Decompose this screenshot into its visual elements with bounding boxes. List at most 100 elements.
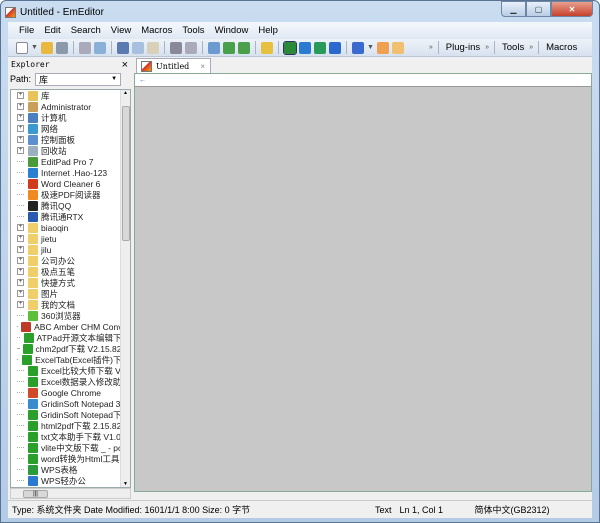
print-preview-icon[interactable]	[93, 41, 106, 54]
tree-item[interactable]: ATPad开源文本编辑下载	[11, 332, 130, 343]
horizontal-scrollbar[interactable]: |||	[10, 488, 131, 499]
menu-file[interactable]: File	[14, 25, 39, 36]
find-next-icon[interactable]	[222, 41, 235, 54]
tab-close-icon[interactable]: ×	[200, 62, 205, 71]
dropdown-icon[interactable]: ▼	[31, 44, 38, 51]
expand-icon[interactable]: +	[17, 301, 24, 308]
menu-view[interactable]: View	[106, 25, 136, 36]
overflow-chevron-icon[interactable]: »	[429, 44, 433, 51]
status-encoding[interactable]: 简体中文(GB2312)	[471, 503, 554, 516]
tree-item[interactable]: Internet .Hao-123	[11, 167, 130, 178]
expand-icon[interactable]: +	[17, 147, 24, 154]
tree-item[interactable]: + 图片	[11, 288, 130, 299]
menu-macros[interactable]: Macros	[136, 25, 177, 36]
tree-item[interactable]: WPS轻办公	[11, 475, 130, 486]
paste-icon[interactable]	[146, 41, 159, 54]
tree-item[interactable]: + 公司办公	[11, 255, 130, 266]
tree-item[interactable]: ABC Amber CHM Conver	[11, 321, 130, 332]
tree-item[interactable]: html2pdf下载 2.15.82英	[11, 420, 130, 431]
expand-icon[interactable]: +	[17, 268, 24, 275]
tree-item[interactable]: + jietu	[11, 233, 130, 244]
cut-icon[interactable]	[116, 41, 129, 54]
find-prev-icon[interactable]	[237, 41, 250, 54]
path-select[interactable]: 库 ▼	[35, 72, 122, 86]
highlight-icon[interactable]	[260, 41, 273, 54]
tools-toolbar[interactable]: Tools	[500, 42, 526, 53]
macro-run-icon[interactable]	[376, 41, 389, 54]
item-icon	[28, 475, 38, 486]
tree-item[interactable]: Word Cleaner 6	[11, 178, 130, 189]
word-wrap-icon[interactable]	[298, 41, 311, 54]
tab-untitled[interactable]: Untitled ×	[136, 58, 211, 73]
vertical-scrollbar[interactable]: ▲ ▼	[120, 90, 130, 487]
tree-item[interactable]: 腾讯通RTX	[11, 211, 130, 222]
menu-help[interactable]: Help	[253, 25, 283, 36]
tree-item[interactable]: + 回收站	[11, 145, 130, 156]
wrap-page-icon[interactable]	[328, 41, 341, 54]
tree-item[interactable]: + 网络	[11, 123, 130, 134]
minimize-button[interactable]: ▁	[501, 1, 526, 17]
expand-icon[interactable]: +	[17, 224, 24, 231]
tree-item[interactable]: Excel数据录入修改助手	[11, 376, 130, 387]
expand-icon[interactable]: +	[17, 103, 24, 110]
maximize-button[interactable]: ▢	[526, 1, 551, 17]
expand-icon[interactable]: +	[17, 257, 24, 264]
new-file-icon[interactable]	[16, 41, 28, 54]
menu-edit[interactable]: Edit	[39, 25, 65, 36]
menu-search[interactable]: Search	[66, 25, 106, 36]
scrollbar-thumb[interactable]	[122, 106, 130, 241]
tree-item[interactable]: WPS表格	[11, 464, 130, 475]
explorer-toggle-icon[interactable]	[282, 40, 297, 55]
tree-item[interactable]: 极速PDF阅读器	[11, 189, 130, 200]
item-icon	[22, 343, 33, 354]
expand-icon[interactable]: +	[17, 114, 24, 121]
expand-icon[interactable]: +	[17, 279, 24, 286]
tree-item[interactable]: + 我的文档	[11, 299, 130, 310]
close-explorer-icon[interactable]: ×	[122, 59, 128, 71]
tree-item[interactable]: 360浏览器	[11, 310, 130, 321]
tree-item-label: jietu	[41, 233, 57, 244]
tree-item[interactable]: chm2pdf下载 V2.15.82英	[11, 343, 130, 354]
tree-item[interactable]: 腾讯QQ	[11, 200, 130, 211]
hscroll-thumb[interactable]: |||	[23, 490, 48, 498]
wrap-window-icon[interactable]	[313, 41, 326, 54]
tree-item[interactable]: Excel比较大师下载 V0.	[11, 365, 130, 376]
tree-item[interactable]: ExcelTab(Excel插件)下载	[11, 354, 130, 365]
macro-record-icon[interactable]	[391, 41, 404, 54]
tree-item[interactable]: + 极点五笔	[11, 266, 130, 277]
tree-item[interactable]: + 库	[11, 90, 130, 101]
close-button[interactable]: ✕	[551, 1, 593, 17]
tree-item[interactable]: word转换为Html工具下	[11, 453, 130, 464]
expand-icon[interactable]: +	[17, 125, 24, 132]
tree-item[interactable]: + biaoqin	[11, 222, 130, 233]
menu-tools[interactable]: Tools	[177, 25, 209, 36]
print-icon[interactable]	[78, 41, 91, 54]
tree-item[interactable]: Google Chrome	[11, 387, 130, 398]
find-icon[interactable]	[207, 41, 220, 54]
tree-item[interactable]: GridinSoft Notepad 3.3	[11, 398, 130, 409]
tree-item[interactable]: + 快捷方式	[11, 277, 130, 288]
tree-item[interactable]: vlite中文版下载 _ - pc6	[11, 442, 130, 453]
expand-icon[interactable]: +	[17, 290, 24, 297]
expand-icon[interactable]: +	[17, 246, 24, 253]
tree-item[interactable]: + Administrator	[11, 101, 130, 112]
expand-icon[interactable]: +	[17, 235, 24, 242]
save-icon[interactable]	[55, 41, 68, 54]
expand-icon[interactable]: +	[17, 92, 24, 99]
tree-item[interactable]: txt文本助手下载 V1.0 9	[11, 431, 130, 442]
tree-item[interactable]: + 控制面板	[11, 134, 130, 145]
plugins-toolbar[interactable]: Plug-ins	[444, 42, 482, 53]
copy-icon[interactable]	[131, 41, 144, 54]
menu-window[interactable]: Window	[210, 25, 254, 36]
text-editor[interactable]: ←	[134, 73, 592, 492]
redo-icon[interactable]	[184, 41, 197, 54]
config-icon[interactable]	[351, 41, 364, 54]
macros-toolbar[interactable]: Macros	[544, 42, 579, 53]
expand-icon[interactable]: +	[17, 136, 24, 143]
tree-item[interactable]: EditPad Pro 7	[11, 156, 130, 167]
open-folder-icon[interactable]	[40, 41, 53, 54]
tree-item[interactable]: GridinSoft Notepad下载	[11, 409, 130, 420]
tree-item[interactable]: + jilu	[11, 244, 130, 255]
undo-icon[interactable]	[169, 41, 182, 54]
tree-item[interactable]: + 计算机	[11, 112, 130, 123]
